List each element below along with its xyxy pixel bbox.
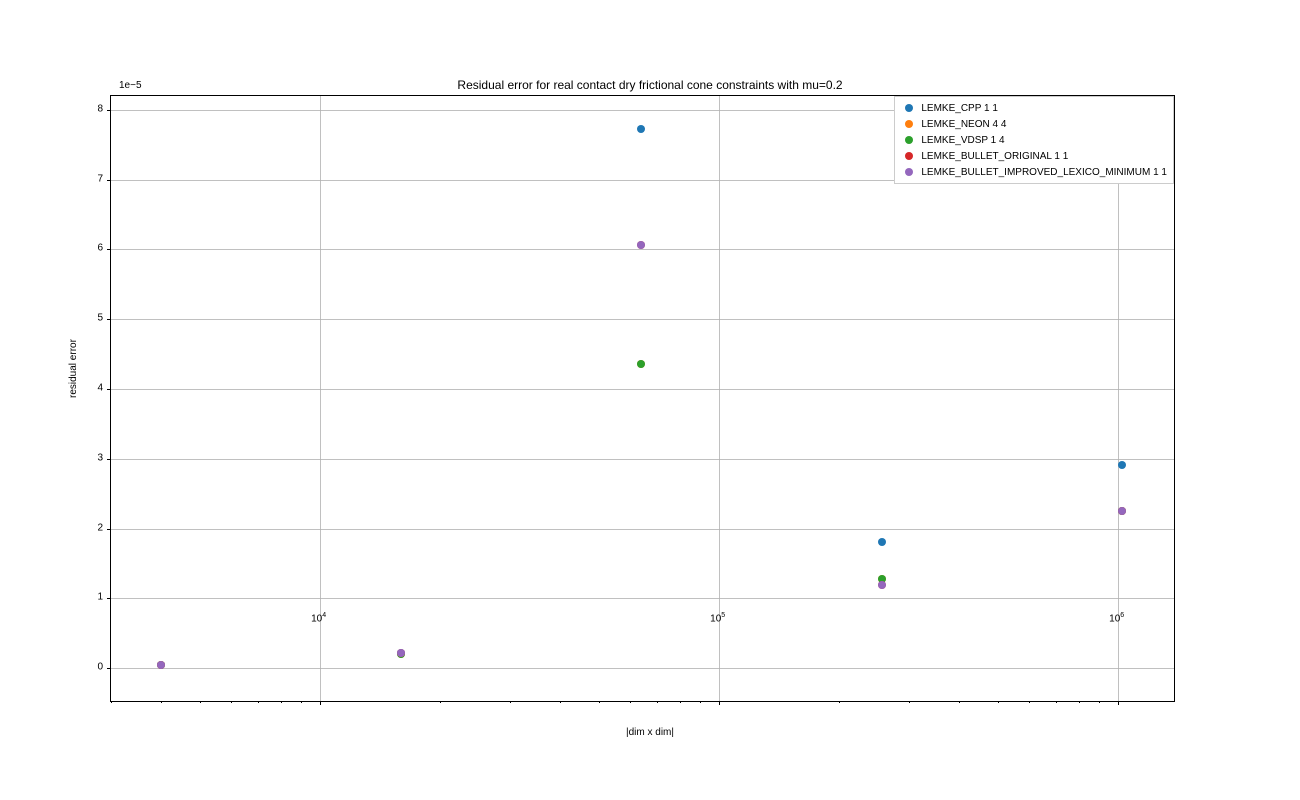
legend-marker-icon bbox=[905, 104, 913, 112]
x-tick-label: 106 bbox=[1109, 612, 1124, 624]
y-tick bbox=[107, 180, 111, 181]
data-point bbox=[637, 360, 645, 368]
x-tick bbox=[1118, 701, 1119, 705]
x-minor-tick bbox=[599, 701, 600, 703]
data-point bbox=[878, 538, 886, 546]
x-minor-tick bbox=[161, 701, 162, 703]
plot-area bbox=[110, 95, 1175, 702]
y-tick-label: 1 bbox=[97, 592, 103, 603]
x-minor-tick bbox=[1056, 701, 1057, 703]
y-tick bbox=[107, 319, 111, 320]
y-tick bbox=[107, 598, 111, 599]
x-minor-tick bbox=[657, 701, 658, 703]
grid-line-h bbox=[111, 249, 1174, 250]
legend-item: LEMKE_BULLET_IMPROVED_LEXICO_MINIMUM 1 1 bbox=[899, 164, 1167, 180]
data-point bbox=[878, 581, 886, 589]
data-point bbox=[397, 649, 405, 657]
x-minor-tick bbox=[200, 701, 201, 703]
legend-label: LEMKE_BULLET_IMPROVED_LEXICO_MINIMUM 1 1 bbox=[921, 167, 1167, 178]
y-tick bbox=[107, 110, 111, 111]
x-minor-tick bbox=[909, 701, 910, 703]
y-tick bbox=[107, 249, 111, 250]
grid-line-v bbox=[1118, 96, 1119, 701]
data-point bbox=[1118, 507, 1126, 515]
x-minor-tick bbox=[959, 701, 960, 703]
x-tick bbox=[320, 701, 321, 705]
x-minor-tick bbox=[231, 701, 232, 703]
legend-item: LEMKE_VDSP 1 4 bbox=[899, 132, 1167, 148]
x-minor-tick bbox=[560, 701, 561, 703]
grid-line-v bbox=[719, 96, 720, 701]
y-tick-label: 5 bbox=[97, 313, 103, 324]
data-point bbox=[637, 125, 645, 133]
x-minor-tick bbox=[301, 701, 302, 703]
data-point bbox=[637, 241, 645, 249]
y-axis-exponent: 1e−5 bbox=[119, 80, 142, 91]
legend-label: LEMKE_CPP 1 1 bbox=[921, 103, 998, 114]
legend-item: LEMKE_BULLET_ORIGINAL 1 1 bbox=[899, 148, 1167, 164]
grid-line-v bbox=[320, 96, 321, 701]
grid-line-h bbox=[111, 529, 1174, 530]
x-tick-label: 104 bbox=[311, 612, 326, 624]
x-tick bbox=[719, 701, 720, 705]
legend-marker-icon bbox=[905, 168, 913, 176]
legend: LEMKE_CPP 1 1 LEMKE_NEON 4 4 LEMKE_VDSP 1 … bbox=[894, 96, 1174, 184]
x-minor-tick bbox=[1099, 701, 1100, 703]
chart-title: Residual error for real contact dry fric… bbox=[457, 78, 842, 92]
y-tick-label: 8 bbox=[97, 103, 103, 114]
x-tick-label: 105 bbox=[710, 612, 725, 624]
legend-marker-icon bbox=[905, 120, 913, 128]
legend-label: LEMKE_VDSP 1 4 bbox=[921, 135, 1004, 146]
x-minor-tick bbox=[1029, 701, 1030, 703]
grid-line-h bbox=[111, 319, 1174, 320]
x-minor-tick bbox=[680, 701, 681, 703]
y-axis-label: residual error bbox=[68, 339, 79, 398]
x-minor-tick bbox=[111, 701, 112, 703]
x-minor-tick bbox=[700, 701, 701, 703]
y-tick-label: 4 bbox=[97, 383, 103, 394]
y-tick bbox=[107, 668, 111, 669]
y-tick bbox=[107, 529, 111, 530]
y-tick-label: 7 bbox=[97, 173, 103, 184]
legend-item: LEMKE_NEON 4 4 bbox=[899, 116, 1167, 132]
y-tick-label: 3 bbox=[97, 452, 103, 463]
x-minor-tick bbox=[440, 701, 441, 703]
grid-line-h bbox=[111, 598, 1174, 599]
x-minor-tick bbox=[839, 701, 840, 703]
legend-label: LEMKE_NEON 4 4 bbox=[921, 119, 1006, 130]
legend-label: LEMKE_BULLET_ORIGINAL 1 1 bbox=[921, 151, 1068, 162]
data-point bbox=[157, 661, 165, 669]
grid-line-h bbox=[111, 389, 1174, 390]
x-minor-tick bbox=[258, 701, 259, 703]
y-tick bbox=[107, 459, 111, 460]
legend-item: LEMKE_CPP 1 1 bbox=[899, 100, 1167, 116]
y-tick-label: 0 bbox=[97, 662, 103, 673]
y-tick bbox=[107, 389, 111, 390]
data-point bbox=[1118, 461, 1126, 469]
y-tick-label: 6 bbox=[97, 243, 103, 254]
legend-marker-icon bbox=[905, 136, 913, 144]
x-minor-tick bbox=[630, 701, 631, 703]
x-minor-tick bbox=[1079, 701, 1080, 703]
x-minor-tick bbox=[998, 701, 999, 703]
y-tick-label: 2 bbox=[97, 522, 103, 533]
grid-line-h bbox=[111, 668, 1174, 669]
x-minor-tick bbox=[510, 701, 511, 703]
x-axis-label: |dim x dim| bbox=[626, 727, 674, 738]
legend-marker-icon bbox=[905, 152, 913, 160]
grid-line-h bbox=[111, 459, 1174, 460]
x-minor-tick bbox=[281, 701, 282, 703]
